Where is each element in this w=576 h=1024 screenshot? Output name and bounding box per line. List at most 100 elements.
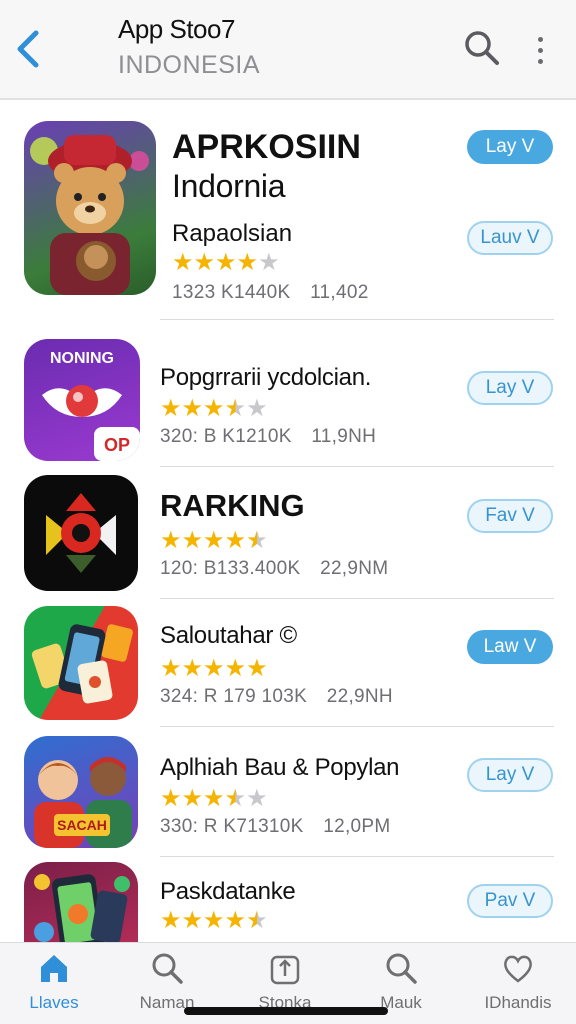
star-rating: ★★★★★ — [160, 906, 268, 935]
secondary-get-button[interactable]: Lauv V — [467, 221, 553, 255]
star-icon: ★ — [160, 527, 182, 554]
list-item[interactable]: RARKING ★★★★★ 120: B133.400K 22,9NM Fav … — [0, 466, 576, 599]
page-title: App Stoo7 — [118, 14, 235, 44]
star-icon: ★ — [224, 785, 247, 812]
chevron-left-icon — [17, 30, 39, 68]
star-icon: ★ — [224, 907, 247, 934]
star-icon: ★ — [246, 785, 268, 812]
get-button[interactable]: Pav V — [467, 884, 553, 918]
tab-llaves[interactable]: Llaves — [4, 951, 104, 1021]
home-icon — [41, 955, 67, 982]
page-subtitle: INDONESIA — [118, 51, 261, 79]
star-rating: ★★★★★ — [160, 526, 268, 555]
search-icon — [152, 953, 183, 984]
star-icon: ★ — [160, 785, 182, 812]
app-reviews: 22,9NM — [320, 558, 389, 579]
star-icon: ★ — [203, 395, 225, 422]
star-icon: ★ — [224, 527, 247, 554]
star-icon: ★ — [224, 395, 247, 422]
app-downloads: 1323 K1440K — [172, 282, 291, 303]
star-icon: ★ — [160, 907, 182, 934]
get-button[interactable]: Lay V — [467, 130, 553, 164]
app-reviews: 12,0PM — [323, 816, 391, 837]
star-icon: ★ — [181, 527, 204, 554]
home-indicator[interactable] — [184, 1007, 388, 1015]
list-item[interactable]: Paskdatanke ★★★★★ Pav V — [0, 856, 576, 942]
get-button[interactable]: Lay V — [467, 758, 553, 792]
star-icon: ★ — [203, 907, 225, 934]
star-rating: ★★★★★ — [160, 394, 268, 423]
app-title[interactable]: Saloutahar © — [160, 622, 297, 650]
star-icon: ★ — [181, 907, 204, 934]
tab-idhandis[interactable]: IDhandis — [468, 951, 568, 1021]
star-icon: ★ — [181, 785, 204, 812]
star-icon: ★ — [236, 249, 259, 276]
search-icon — [465, 31, 499, 65]
more-options-button[interactable] — [526, 30, 554, 70]
app-title[interactable]: Aplhiah Bau & Popylan — [160, 754, 400, 782]
app-meta: 1323 K1440K 11,402 — [172, 282, 383, 304]
top-bar: App Stoo7 INDONESIA — [0, 0, 576, 100]
app-icon-noning[interactable]: NONING OP — [24, 339, 140, 461]
get-button[interactable]: Lay V — [467, 371, 553, 405]
star-icon: ★ — [181, 395, 204, 422]
tab-label: IDhandis — [484, 993, 552, 1012]
star-icon: ★ — [181, 655, 204, 682]
app-title[interactable]: Popgrrarii ycdolcian. — [160, 364, 371, 392]
star-icon: ★ — [203, 785, 225, 812]
star-rating: ★★★★★ — [160, 784, 268, 813]
app-title[interactable]: RARKING — [160, 488, 305, 524]
app-meta: 120: B133.400K 22,9NM — [160, 558, 402, 580]
back-button[interactable] — [8, 26, 48, 72]
star-icon: ★ — [246, 907, 268, 934]
icon-text: NONING — [50, 350, 114, 367]
list-item[interactable]: SACAH Aplhiah Bau & Popylan ★★★★★ 330: R… — [0, 726, 576, 857]
star-icon: ★ — [246, 655, 268, 682]
get-button[interactable]: Law V — [467, 630, 553, 664]
get-button[interactable]: Fav V — [467, 499, 553, 533]
star-icon: ★ — [215, 249, 237, 276]
star-icon: ★ — [258, 249, 280, 276]
search-icon — [386, 953, 417, 984]
app-meta: 320: B K1210K 11,9NH — [160, 426, 390, 448]
app-downloads: 120: B133.400K — [160, 558, 301, 579]
star-rating: ★★★★★ — [160, 654, 268, 683]
star-icon: ★ — [224, 655, 247, 682]
icon-badge: OP — [104, 435, 130, 455]
app-meta: 330: R K71310K 12,0PM — [160, 816, 405, 838]
share-box-icon — [270, 955, 300, 985]
app-reviews: 11,402 — [310, 282, 369, 303]
tab-label: Llaves — [29, 993, 79, 1012]
app-title[interactable]: Paskdatanke — [160, 878, 296, 906]
app-downloads: 320: B K1210K — [160, 426, 292, 447]
app-reviews: 22,9NH — [326, 686, 393, 707]
star-rating: ★★★★★ — [172, 248, 280, 277]
more-vertical-icon — [537, 36, 543, 42]
list-item[interactable]: Saloutahar © ★★★★★ 324: R 179 103K 22,9N… — [0, 598, 576, 727]
star-icon: ★ — [246, 395, 268, 422]
star-icon: ★ — [203, 655, 225, 682]
app-subtitle: Indornia — [172, 168, 286, 204]
app-icon-kids[interactable]: SACAH — [24, 736, 138, 848]
app-downloads: 330: R K71310K — [160, 816, 304, 837]
app-downloads: 324: R 179 103K — [160, 686, 308, 707]
app-icon-ranking[interactable] — [24, 475, 138, 591]
app-reviews: 11,9NH — [311, 426, 377, 447]
app-meta: 324: R 179 103K 22,9NH — [160, 686, 407, 708]
app-icon-phone-collage[interactable] — [24, 862, 138, 942]
icon-text: SACAH — [57, 817, 107, 833]
app-category: Rapaolsian — [172, 220, 293, 247]
app-icon-bear[interactable] — [24, 121, 156, 295]
star-icon: ★ — [172, 249, 194, 276]
app-icon-phones[interactable] — [24, 606, 138, 720]
star-icon: ★ — [193, 249, 216, 276]
heart-icon — [504, 955, 532, 983]
app-list: APRKOSIIN Indornia Rapaolsian ★★★★★ 1323… — [0, 100, 576, 942]
star-icon: ★ — [246, 527, 268, 554]
star-icon: ★ — [203, 527, 225, 554]
star-icon: ★ — [160, 655, 182, 682]
app-title[interactable]: APRKOSIIN — [172, 128, 361, 167]
list-item[interactable]: APRKOSIIN Indornia Rapaolsian ★★★★★ 1323… — [0, 100, 576, 320]
list-item[interactable]: NONING OP Popgrrarii ycdolcian. ★★★★★ 32… — [0, 320, 576, 467]
search-button[interactable] — [462, 28, 502, 68]
